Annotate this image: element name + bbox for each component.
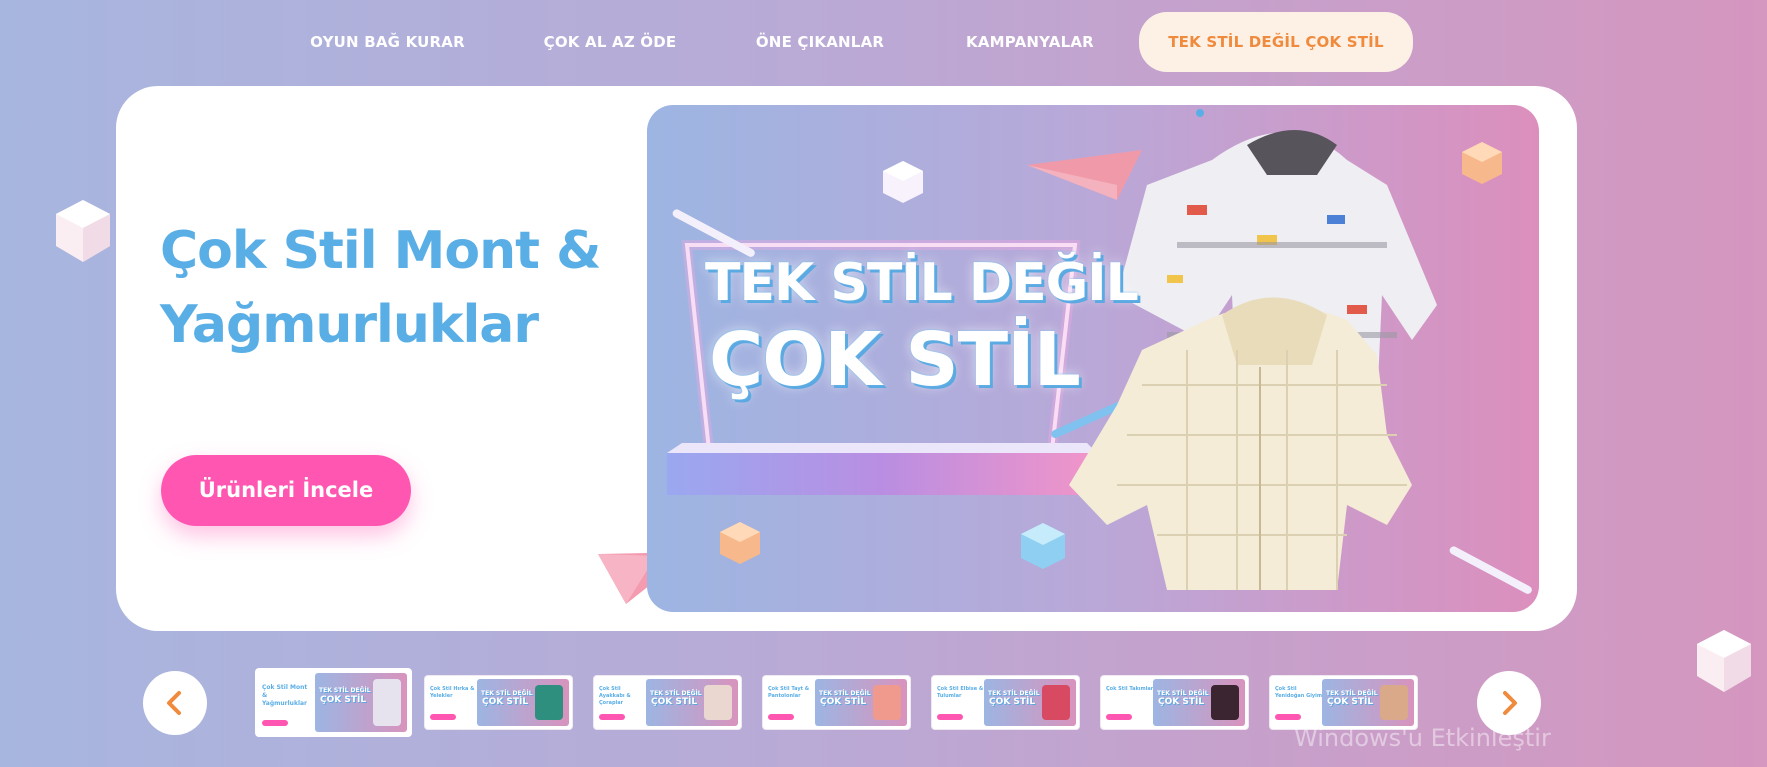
thumbnail-label: Çok Stil Tayt & Pantolonlar	[768, 686, 810, 699]
thumbnail-banner-line2: ÇOK STİL	[1158, 697, 1205, 707]
thumbnail-banner-line2: ÇOK STİL	[651, 697, 698, 707]
thumbnail-image: TEK STİL DEĞİL ÇOK STİL	[815, 679, 907, 726]
thumbnail-elbise-tulumlar[interactable]: Çok Stil Elbise & Tulumlar TEK STİL DEĞİ…	[931, 675, 1080, 730]
thumbnail-cta	[937, 714, 963, 720]
nav-item-oyun-bag-kurar[interactable]: OYUN BAĞ KURAR	[295, 12, 480, 72]
thumbnail-banner-line2: ÇOK STİL	[989, 697, 1036, 707]
top-navigation: OYUN BAĞ KURAR ÇOK AL AZ ÖDE ÖNE ÇIKANLA…	[0, 12, 1767, 72]
thumbnail-image: TEK STİL DEĞİL ÇOK STİL	[1322, 679, 1414, 726]
thumbnail-takimlar[interactable]: Çok Stil Takımlar TEK STİL DEĞİL ÇOK STİ…	[1100, 675, 1249, 730]
thumbnail-product	[1380, 685, 1408, 720]
nav-item-one-cikanlar[interactable]: ÖNE ÇIKANLAR	[740, 12, 900, 72]
hero-banner[interactable]: TEK STİL DEĞİL ÇOK STİL	[647, 105, 1539, 612]
thumbnail-banner-line1: TEK STİL DEĞİL	[481, 690, 533, 697]
thumbnail-mont-yagmurluklar[interactable]: Çok Stil Mont & Yağmurluklar TEK STİL DE…	[255, 668, 412, 737]
thumbnail-label: Çok Stil Mont & Yağmurluklar	[262, 684, 308, 707]
thumbnail-image: TEK STİL DEĞİL ÇOK STİL	[315, 673, 407, 732]
thumbnail-cta	[1275, 714, 1301, 720]
thumbnail-product	[535, 685, 563, 720]
thumbnail-banner-line1: TEK STİL DEĞİL	[1326, 690, 1378, 697]
thumbnail-hirka-yelekler[interactable]: Çok Stil Hırka & Yelekler TEK STİL DEĞİL…	[424, 675, 573, 730]
thumbnail-tayt-pantolonlar[interactable]: Çok Stil Tayt & Pantolonlar TEK STİL DEĞ…	[762, 675, 911, 730]
decorative-cube-icon	[56, 200, 110, 262]
hero-title: Çok Stil Mont & Yağmurluklar	[160, 221, 601, 355]
chevron-left-icon	[167, 691, 181, 715]
thumbnail-image: TEK STİL DEĞİL ÇOK STİL	[477, 679, 569, 726]
thumbnail-label: Çok Stil Elbise & Tulumlar	[937, 686, 984, 699]
thumbnail-banner-line1: TEK STİL DEĞİL	[1157, 690, 1209, 697]
windows-activation-watermark: Windows'u Etkinleştir	[1294, 724, 1551, 752]
thumbnail-image: TEK STİL DEĞİL ÇOK STİL	[984, 679, 1076, 726]
thumbnail-label: Çok Stil Yenidoğan Giyim	[1275, 686, 1323, 699]
thumbnail-product	[704, 685, 732, 720]
thumbnail-cta	[599, 714, 625, 720]
thumbnail-cta	[768, 714, 794, 720]
decorative-cube-icon	[1697, 630, 1751, 692]
nav-item-cok-al-az-ode[interactable]: ÇOK AL AZ ÖDE	[525, 12, 695, 72]
thumbnail-product	[873, 685, 901, 720]
thumbnail-label: Çok Stil Ayakkabı & Çoraplar	[599, 686, 631, 706]
thumbnail-banner-line1: TEK STİL DEĞİL	[988, 690, 1040, 697]
banner-headline-line2: ÇOK STİL	[709, 317, 1081, 403]
thumbnail-image: TEK STİL DEĞİL ÇOK STİL	[646, 679, 738, 726]
thumbnail-product	[1042, 685, 1070, 720]
thumbnail-cta	[1106, 714, 1132, 720]
thumbnail-banner-line2: ÇOK STİL	[482, 697, 529, 707]
thumbnail-product	[1211, 685, 1239, 720]
thumbnail-banner-line1: TEK STİL DEĞİL	[819, 690, 871, 697]
carousel-prev-button[interactable]	[143, 671, 207, 735]
thumbnail-product	[373, 679, 401, 726]
thumbnail-banner-line1: TEK STİL DEĞİL	[319, 687, 371, 694]
thumbnail-ayakkabi-coraplar[interactable]: Çok Stil Ayakkabı & Çoraplar TEK STİL DE…	[593, 675, 742, 730]
nav-item-tek-stil-degil-cok-stil[interactable]: TEK STİL DEĞİL ÇOK STİL	[1139, 12, 1413, 72]
thumbnail-yenidogan-giyim[interactable]: Çok Stil Yenidoğan Giyim TEK STİL DEĞİL …	[1269, 675, 1418, 730]
thumbnail-cta	[262, 720, 288, 726]
thumbnail-banner-line2: ÇOK STİL	[1327, 697, 1374, 707]
thumbnail-banner-line2: ÇOK STİL	[320, 695, 367, 705]
nav-item-kampanyalar[interactable]: KAMPANYALAR	[950, 12, 1110, 72]
thumbnail-image: TEK STİL DEĞİL ÇOK STİL	[1153, 679, 1245, 726]
thumbnail-label: Çok Stil Takımlar	[1106, 686, 1154, 692]
thumbnail-banner-line2: ÇOK STİL	[820, 697, 867, 707]
thumbnail-banner-line1: TEK STİL DEĞİL	[650, 690, 702, 697]
review-products-button[interactable]: Ürünleri İncele	[161, 455, 411, 526]
banner-headline-line1: TEK STİL DEĞİL	[705, 253, 1139, 313]
thumbnail-cta	[430, 714, 456, 720]
thumbnail-label: Çok Stil Hırka & Yelekler	[430, 686, 475, 699]
